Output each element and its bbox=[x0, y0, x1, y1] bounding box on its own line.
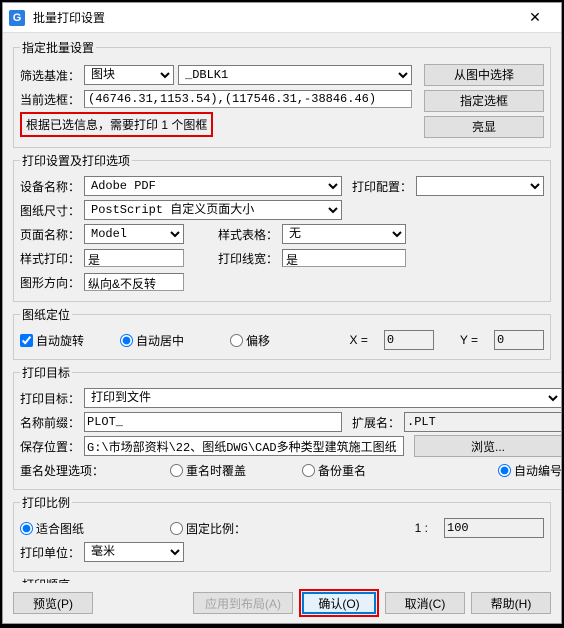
ratio-sep: 1 : bbox=[415, 521, 428, 535]
y-input[interactable] bbox=[494, 330, 544, 350]
group-order-legend: 打印顺序 bbox=[20, 576, 72, 583]
config-label: 打印配置： bbox=[352, 178, 412, 195]
fit-radio[interactable]: 适合图纸 bbox=[20, 520, 84, 537]
close-icon: ✕ bbox=[529, 9, 541, 26]
app-icon: G bbox=[9, 10, 25, 26]
config-select[interactable] bbox=[416, 176, 544, 196]
group-positioning-legend: 图纸定位 bbox=[20, 306, 72, 323]
save-input[interactable] bbox=[84, 436, 404, 456]
group-batch-spec-legend: 指定批量设置 bbox=[20, 39, 96, 56]
orient-value: 纵向&不反转 bbox=[84, 273, 184, 291]
current-frame-label: 当前选框： bbox=[20, 91, 80, 108]
style-print-label: 样式打印： bbox=[20, 250, 80, 267]
x-input[interactable] bbox=[384, 330, 434, 350]
titlebar: G 批量打印设置 ✕ bbox=[3, 3, 561, 33]
group-target: 打印目标 打印目标： 打印到文件 名称前缀： 扩展名： 保存位置： 浏览... … bbox=[13, 364, 561, 490]
ext-input[interactable] bbox=[404, 412, 561, 432]
prefix-label: 名称前缀： bbox=[20, 414, 80, 431]
paper-label: 图纸尺寸： bbox=[20, 202, 80, 219]
paper-select[interactable]: PostScript 自定义页面大小 bbox=[84, 200, 342, 220]
auto-center-radio[interactable]: 自动居中 bbox=[120, 332, 184, 349]
device-select[interactable]: Adobe PDF bbox=[84, 176, 342, 196]
prefix-input[interactable] bbox=[84, 412, 342, 432]
group-scale: 打印比例 适合图纸 固定比例： 1 : 打印单位： 毫米 bbox=[13, 494, 551, 572]
target-label: 打印目标： bbox=[20, 390, 80, 407]
ok-frame: 确认(O) bbox=[299, 589, 379, 617]
footer: 预览(P) 应用到布局(A) 确认(O) 取消(C) 帮助(H) bbox=[3, 583, 561, 623]
y-label: Y = bbox=[460, 333, 478, 347]
orient-label: 图形方向： bbox=[20, 274, 80, 291]
pick-from-drawing-button[interactable]: 从图中选择 bbox=[424, 64, 544, 86]
info-frame-count: 根据已选信息，需要打印 1 个图框 bbox=[20, 112, 213, 137]
preview-button[interactable]: 预览(P) bbox=[13, 592, 93, 614]
page-select[interactable]: Model bbox=[84, 224, 184, 244]
help-button[interactable]: 帮助(H) bbox=[471, 592, 551, 614]
dialog-window: G 批量打印设置 ✕ 指定批量设置 筛选基准： 图块 _DBLK1 当前选框： … bbox=[2, 2, 562, 624]
style-table-select[interactable]: 无 bbox=[282, 224, 406, 244]
filter-basis-label: 筛选基准： bbox=[20, 67, 80, 84]
unit-label: 打印单位： bbox=[20, 544, 80, 561]
lineweight-value: 是 bbox=[282, 249, 406, 267]
target-select[interactable]: 打印到文件 bbox=[84, 388, 561, 408]
offset-radio[interactable]: 偏移 bbox=[230, 332, 270, 349]
save-label: 保存位置： bbox=[20, 438, 80, 455]
dup-label: 重名处理选项： bbox=[20, 462, 104, 479]
unit-select[interactable]: 毫米 bbox=[84, 542, 184, 562]
style-print-value: 是 bbox=[84, 249, 184, 267]
close-button[interactable]: ✕ bbox=[515, 3, 555, 33]
ext-label: 扩展名： bbox=[352, 414, 400, 431]
group-order: 打印顺序 绘制顺序 从左往右 从上往下 逆序 bbox=[13, 576, 551, 583]
ratio-input[interactable] bbox=[444, 518, 544, 538]
device-label: 设备名称： bbox=[20, 178, 80, 195]
apply-layout-button[interactable]: 应用到布局(A) bbox=[193, 592, 293, 614]
cancel-button[interactable]: 取消(C) bbox=[385, 592, 465, 614]
group-positioning: 图纸定位 自动旋转 自动居中 偏移 X = Y = bbox=[13, 306, 551, 360]
lineweight-label: 打印线宽： bbox=[218, 250, 278, 267]
dialog-body: 指定批量设置 筛选基准： 图块 _DBLK1 当前选框： (46746.31,1… bbox=[3, 33, 561, 583]
group-print-settings: 打印设置及打印选项 设备名称： Adobe PDF 打印配置： 图纸尺寸： Po… bbox=[13, 152, 551, 302]
group-print-settings-legend: 打印设置及打印选项 bbox=[20, 152, 132, 169]
style-table-label: 样式表格： bbox=[218, 226, 278, 243]
fixed-radio[interactable]: 固定比例： bbox=[170, 520, 246, 537]
group-batch-spec: 指定批量设置 筛选基准： 图块 _DBLK1 当前选框： (46746.31,1… bbox=[13, 39, 551, 148]
group-scale-legend: 打印比例 bbox=[20, 494, 72, 511]
dup-overwrite-radio[interactable]: 重名时覆盖 bbox=[170, 462, 246, 479]
dup-autonum-radio[interactable]: 自动编号 bbox=[498, 462, 561, 479]
specify-frame-button[interactable]: 指定选框 bbox=[424, 90, 544, 112]
page-label: 页面名称： bbox=[20, 226, 80, 243]
x-label: X = bbox=[350, 333, 368, 347]
current-frame-value: (46746.31,1153.54),(117546.31,-38846.46) bbox=[84, 90, 412, 108]
browse-button[interactable]: 浏览... bbox=[414, 435, 561, 457]
auto-rotate-checkbox[interactable]: 自动旋转 bbox=[20, 332, 84, 349]
filter-block-select[interactable]: _DBLK1 bbox=[178, 65, 412, 85]
group-target-legend: 打印目标 bbox=[20, 364, 72, 381]
highlight-button[interactable]: 亮显 bbox=[424, 116, 544, 138]
filter-type-select[interactable]: 图块 bbox=[84, 65, 174, 85]
dup-backup-radio[interactable]: 备份重名 bbox=[302, 462, 366, 479]
ok-button[interactable]: 确认(O) bbox=[302, 592, 376, 614]
window-title: 批量打印设置 bbox=[25, 9, 515, 26]
